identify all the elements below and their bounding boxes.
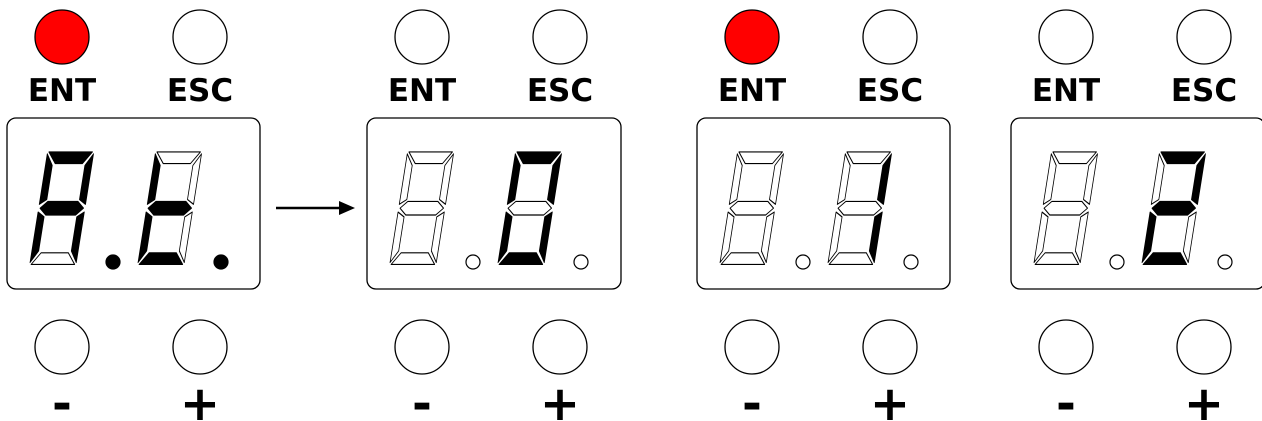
- ent-label: ENT: [1032, 73, 1100, 109]
- ent-indicator-light[interactable]: [34, 9, 90, 65]
- ent-indicator-light[interactable]: [394, 9, 450, 65]
- decimal-point: [1217, 254, 1233, 270]
- esc-indicator-light[interactable]: [1176, 9, 1232, 65]
- plus-label: +: [180, 376, 220, 421]
- minus-button[interactable]: [724, 319, 780, 375]
- decimal-point: [1109, 254, 1125, 270]
- segment-g: [729, 200, 774, 216]
- esc-indicator-light[interactable]: [862, 9, 918, 65]
- esc-indicator-light[interactable]: [172, 9, 228, 65]
- decimal-point: [795, 254, 811, 270]
- plus-button[interactable]: [172, 319, 228, 375]
- minus-button[interactable]: [34, 319, 90, 375]
- plus-label: +: [870, 376, 910, 421]
- decimal-point: [465, 254, 481, 270]
- plus-label: +: [1184, 376, 1224, 421]
- segment-g: [507, 200, 552, 216]
- ent-label: ENT: [388, 73, 456, 109]
- segment-g: [837, 200, 882, 216]
- ent-label: ENT: [28, 73, 96, 109]
- ent-label: ENT: [718, 73, 786, 109]
- decimal-point: [903, 254, 919, 270]
- esc-label: ESC: [1171, 73, 1237, 109]
- plus-button[interactable]: [1176, 319, 1232, 375]
- plus-button[interactable]: [532, 319, 588, 375]
- ent-indicator-light[interactable]: [1038, 9, 1094, 65]
- decimal-point: [213, 254, 229, 270]
- seven-segment-sequence-diagram: ENT ESC - + ENT ESC - + ENT ESC - + ENT ESC - +: [6, 9, 1262, 421]
- esc-label: ESC: [527, 73, 593, 109]
- decimal-point: [573, 254, 589, 270]
- ent-indicator-light[interactable]: [724, 9, 780, 65]
- segment-g: [399, 200, 444, 216]
- panel-1: ENT ESC - +: [366, 9, 622, 421]
- panel-2: ENT ESC - +: [696, 9, 951, 421]
- decimal-point: [105, 254, 121, 270]
- segment-g: [147, 200, 192, 216]
- panel-0: ENT ESC - +: [6, 9, 355, 421]
- esc-label: ESC: [167, 73, 233, 109]
- segment-g: [39, 200, 84, 216]
- panel-3: ENT ESC - +: [1010, 9, 1262, 421]
- plus-button[interactable]: [862, 319, 918, 375]
- minus-label: -: [412, 376, 432, 421]
- minus-button[interactable]: [394, 319, 450, 375]
- minus-label: -: [742, 376, 762, 421]
- segment-g: [1043, 200, 1088, 216]
- minus-button[interactable]: [1038, 319, 1094, 375]
- esc-indicator-light[interactable]: [532, 9, 588, 65]
- arrow-right-icon: [339, 201, 355, 215]
- segment-g: [1151, 200, 1196, 216]
- minus-label: -: [1056, 376, 1076, 421]
- minus-label: -: [52, 376, 72, 421]
- plus-label: +: [540, 376, 580, 421]
- esc-label: ESC: [857, 73, 923, 109]
